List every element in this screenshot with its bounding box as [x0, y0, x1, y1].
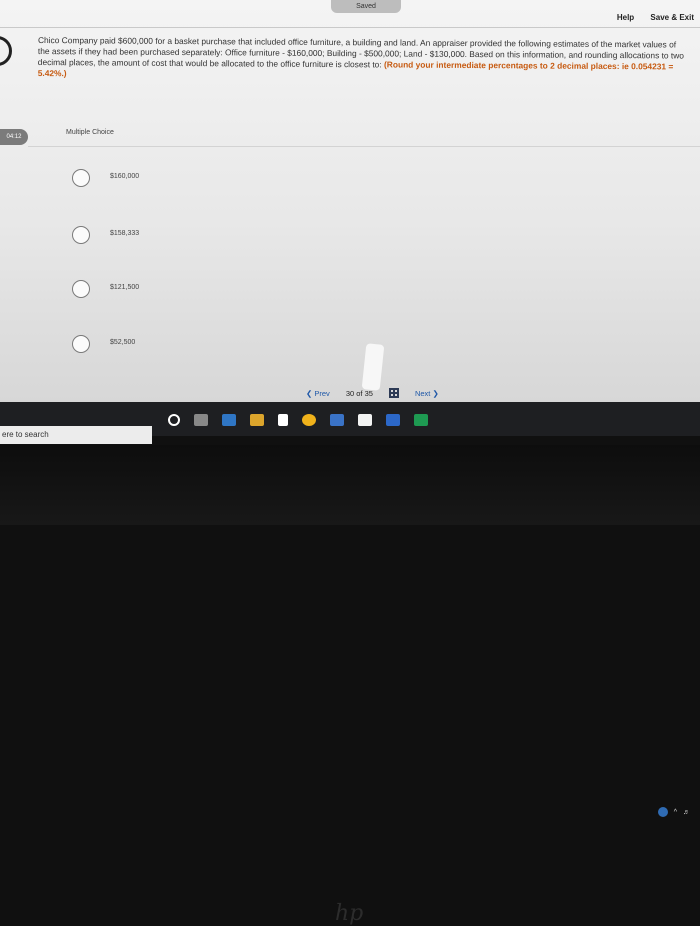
- calendar-icon[interactable]: [330, 414, 344, 426]
- top-links: Help Save & Exit: [603, 13, 694, 22]
- network-icon[interactable]: [657, 807, 668, 817]
- chevron-right-icon: ❯: [432, 388, 439, 398]
- screen-glare: [361, 343, 385, 391]
- store-icon[interactable]: [358, 414, 372, 426]
- radio-button[interactable]: [72, 226, 90, 244]
- excel-icon[interactable]: [414, 414, 428, 426]
- browser-page: Saved Help Save & Exit Chico Company pai…: [0, 0, 700, 402]
- monitor-logo: hp: [335, 901, 364, 926]
- chevron-up-icon[interactable]: ^: [674, 809, 677, 816]
- timer-badge: 04:12: [0, 129, 28, 145]
- save-exit-link[interactable]: Save & Exit: [650, 13, 694, 22]
- volume-icon[interactable]: ♬: [683, 809, 690, 816]
- cortana-icon[interactable]: [168, 414, 180, 426]
- radio-button[interactable]: [72, 169, 90, 187]
- chevron-left-icon: ❮: [306, 388, 313, 398]
- word-icon[interactable]: [386, 414, 400, 426]
- current-page: 30: [345, 388, 355, 398]
- system-tray: ^ ♬: [657, 807, 690, 817]
- amazon-icon[interactable]: [278, 414, 288, 426]
- page-indicator: 30 of 35: [346, 389, 373, 398]
- option-label: $52,500: [110, 339, 136, 346]
- next-label: Next: [414, 388, 431, 398]
- prev-button[interactable]: ❮ Prev: [306, 389, 330, 398]
- option-label: $158,333: [110, 230, 140, 237]
- edge-icon[interactable]: [222, 414, 236, 426]
- question-progress-icon: [0, 36, 12, 66]
- saved-status: Saved: [331, 0, 401, 13]
- header-divider: [0, 27, 700, 28]
- grid-icon[interactable]: [388, 388, 399, 398]
- next-button[interactable]: Next ❯: [415, 389, 439, 398]
- of-label: of: [356, 388, 363, 398]
- question-text: Chico Company paid $600,000 for a basket…: [38, 35, 688, 84]
- radio-button[interactable]: [72, 280, 90, 298]
- monitor-bezel: hp: [0, 445, 700, 926]
- prev-label: Prev: [314, 388, 330, 398]
- radio-button[interactable]: [72, 335, 90, 353]
- question-type-label: Multiple Choice: [66, 129, 114, 136]
- taskbar-icons: [168, 414, 428, 426]
- option-label: $121,500: [110, 284, 140, 291]
- total-pages: 35: [364, 388, 373, 398]
- option-label: $160,000: [110, 173, 140, 180]
- question-navigation: ❮ Prev 30 of 35 Next ❯: [306, 386, 439, 400]
- file-explorer-icon[interactable]: [250, 414, 264, 426]
- taskbar-search-input[interactable]: ere to search: [0, 426, 152, 444]
- section-divider: [28, 146, 700, 147]
- chrome-icon[interactable]: [302, 414, 316, 426]
- help-link[interactable]: Help: [617, 13, 634, 22]
- task-view-icon[interactable]: [194, 414, 208, 426]
